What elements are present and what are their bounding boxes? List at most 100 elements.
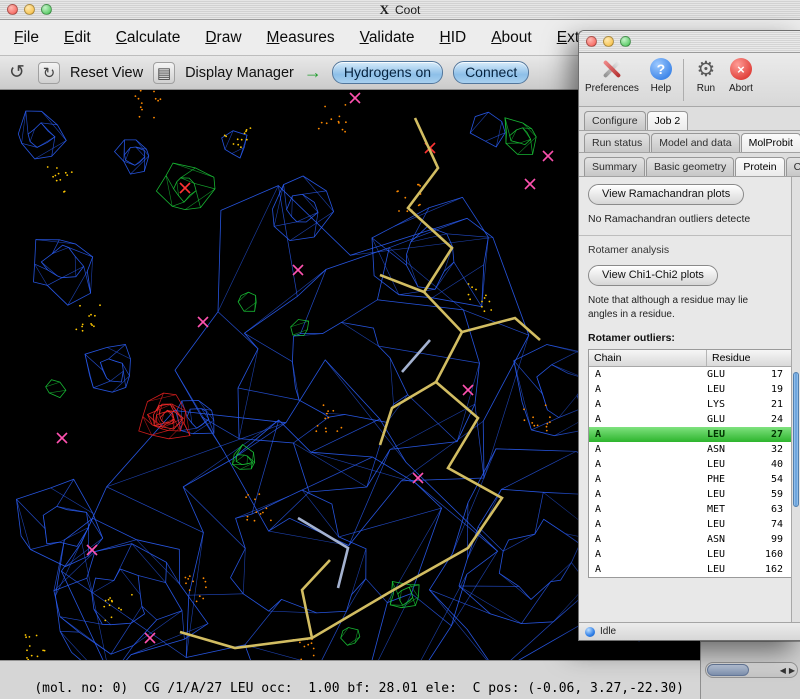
status-orb-icon: [585, 627, 595, 637]
tab[interactable]: C: [786, 157, 800, 176]
menu-item[interactable]: Validate: [360, 29, 415, 47]
scrollbar-thumb[interactable]: [707, 664, 749, 676]
dialog-close-button[interactable]: [586, 36, 597, 47]
cell-chain: A: [589, 457, 707, 472]
cell-chain: A: [589, 547, 707, 562]
connect-button[interactable]: Connect: [453, 61, 529, 84]
cell-residue-name: LYS: [707, 397, 743, 412]
cell-chain: A: [589, 472, 707, 487]
menu-item[interactable]: Edit: [64, 29, 91, 47]
rotamer-section-title: Rotamer analysis: [588, 244, 791, 256]
apply-arrow-icon[interactable]: →: [304, 62, 322, 83]
main-titlebar[interactable]: X Coot: [0, 0, 800, 20]
section-divider: [579, 235, 800, 236]
scroll-left-icon[interactable]: ◀: [780, 666, 786, 675]
horizontal-scrollbar[interactable]: ◀ ▶: [705, 662, 798, 678]
cell-chain: A: [589, 487, 707, 502]
vertical-scrollbar[interactable]: [791, 177, 800, 622]
display-manager-icon[interactable]: ▤: [153, 62, 175, 84]
cell-chain: A: [589, 562, 707, 577]
table-row[interactable]: A LEU 27: [589, 427, 799, 442]
screen: X Coot File Edit Calculate Draw Measures Vali…: [0, 0, 800, 699]
menu-item[interactable]: File: [14, 29, 39, 47]
menu-item[interactable]: Calculate: [116, 29, 181, 47]
tools-icon: [599, 56, 625, 82]
vertical-scrollbar-thumb[interactable]: [793, 372, 799, 507]
menu-item[interactable]: About: [491, 29, 532, 47]
cell-residue-name: LEU: [707, 382, 743, 397]
menu-item[interactable]: Ext: [557, 29, 579, 47]
run-button[interactable]: ⚙ Run: [693, 56, 719, 94]
cell-residue-name: LEU: [707, 457, 743, 472]
tab[interactable]: Protein: [735, 157, 784, 176]
table-row[interactable]: A LEU 160: [589, 547, 799, 562]
tab[interactable]: Configure: [584, 111, 646, 130]
toolbar-separator: [683, 59, 684, 101]
back-icon[interactable]: ↺: [6, 62, 28, 84]
rotamer-note-line1: Note that although a residue may lie: [588, 294, 791, 308]
scroll-right-icon[interactable]: ▶: [789, 666, 795, 675]
dialog-zoom-button[interactable]: [620, 36, 631, 47]
tabs-level1: ConfigureJob 2: [579, 107, 800, 131]
atom-info-text: (mol. no: 0) CG /1/A/27 LEU occ: 1.00 bf…: [34, 681, 684, 696]
table-row[interactable]: A LYS 21: [589, 397, 799, 412]
column-header-chain[interactable]: Chain: [589, 350, 707, 366]
tab[interactable]: Run status: [584, 133, 650, 152]
cell-chain: A: [589, 382, 707, 397]
table-row[interactable]: A ASN 32: [589, 442, 799, 457]
menu-item[interactable]: Measures: [267, 29, 335, 47]
window-title: X Coot: [380, 0, 421, 20]
table-row[interactable]: A GLU 17: [589, 367, 799, 382]
help-label: Help: [651, 83, 672, 94]
table-header-row: Chain Residue: [589, 350, 799, 367]
tab[interactable]: Basic geometry: [646, 157, 734, 176]
close-button[interactable]: [7, 4, 18, 15]
help-button[interactable]: ? Help: [648, 56, 674, 94]
tab[interactable]: MolProbit: [741, 133, 800, 152]
cell-residue-name: LEU: [707, 517, 743, 532]
preferences-button[interactable]: Preferences: [585, 56, 639, 94]
table-row[interactable]: A LEU 162: [589, 562, 799, 577]
main-statusbar: (mol. no: 0) CG /1/A/27 LEU occ: 1.00 bf…: [0, 660, 800, 699]
table-row[interactable]: A LEU 74: [589, 517, 799, 532]
view-ramachandran-plots-button[interactable]: View Ramachandran plots: [588, 184, 744, 205]
run-label: Run: [697, 83, 715, 94]
cell-chain: A: [589, 517, 707, 532]
tabs-level2: Run statusModel and dataMolProbit: [579, 131, 800, 153]
table-row[interactable]: A PHE 54: [589, 472, 799, 487]
view-chi1-chi2-plots-button[interactable]: View Chi1-Chi2 plots: [588, 265, 718, 286]
dialog-titlebar[interactable]: [579, 31, 800, 53]
dialog-statusbar: Idle: [579, 622, 800, 640]
tab[interactable]: Job 2: [647, 111, 689, 130]
gear-icon: ⚙: [693, 56, 719, 82]
table-row[interactable]: A ASN 99: [589, 532, 799, 547]
table-row[interactable]: A GLU 24: [589, 412, 799, 427]
dialog-toolbar: Preferences ? Help ⚙ Run × Abort: [579, 53, 800, 107]
column-header-residue[interactable]: Residue: [707, 350, 799, 366]
table-row[interactable]: A LEU 19: [589, 382, 799, 397]
abort-button[interactable]: × Abort: [728, 56, 754, 94]
rotamer-note-line2: angles in a residue.: [588, 308, 791, 322]
abort-icon: ×: [728, 56, 754, 82]
zoom-button[interactable]: [41, 4, 52, 15]
table-row[interactable]: A MET 63: [589, 502, 799, 517]
x11-icon: X: [380, 2, 389, 18]
table-body: A GLU 17 A LEU 19 A LYS 21 A: [589, 367, 799, 577]
tab[interactable]: Summary: [584, 157, 645, 176]
table-row[interactable]: A LEU 40: [589, 457, 799, 472]
menu-item[interactable]: HID: [440, 29, 467, 47]
cell-chain: A: [589, 532, 707, 547]
minimize-button[interactable]: [24, 4, 35, 15]
menu-item[interactable]: Draw: [205, 29, 241, 47]
cell-residue-name: LEU: [707, 562, 743, 577]
display-manager-button[interactable]: Display Manager: [185, 65, 294, 81]
table-row[interactable]: A LEU 59: [589, 487, 799, 502]
rotamer-outliers-table: Chain Residue A GLU 17 A LEU 19: [588, 349, 800, 578]
tab[interactable]: Model and data: [651, 133, 739, 152]
dialog-minimize-button[interactable]: [603, 36, 614, 47]
hydrogens-toggle-button[interactable]: Hydrogens on: [332, 61, 443, 84]
reset-view-icon[interactable]: ↻: [38, 62, 60, 84]
cell-chain: A: [589, 397, 707, 412]
reset-view-button[interactable]: Reset View: [70, 65, 143, 81]
validation-dialog: Preferences ? Help ⚙ Run × Abort Configu…: [578, 30, 800, 641]
